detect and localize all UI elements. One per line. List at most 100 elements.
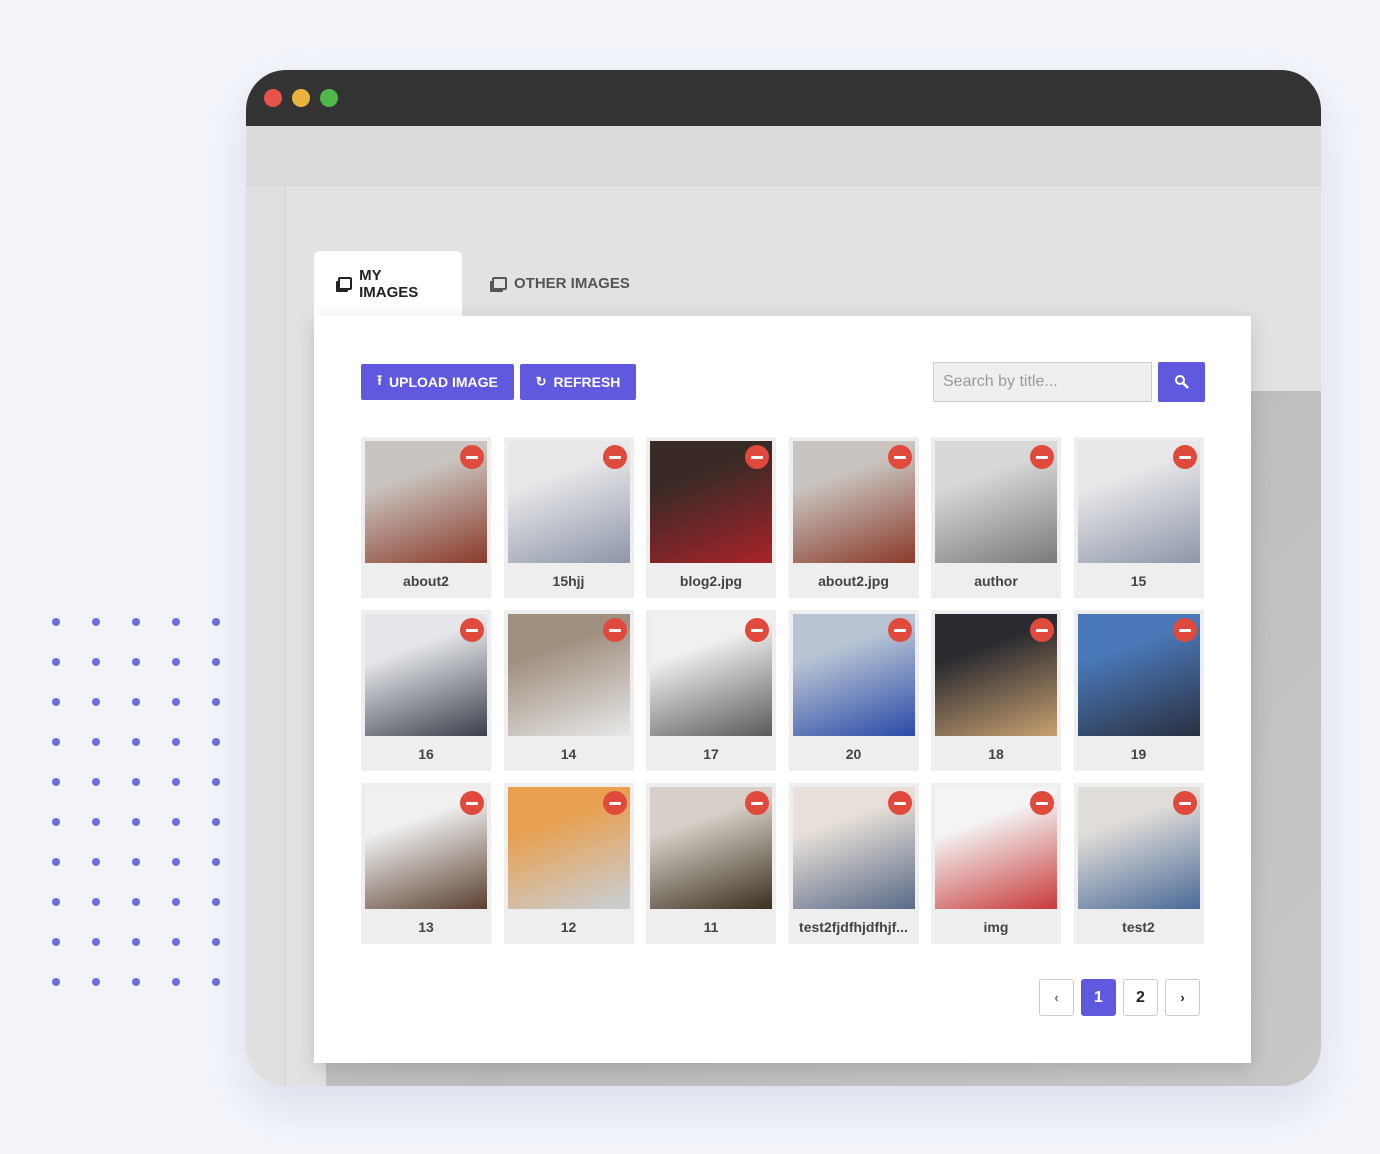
image-title: 13 <box>418 919 434 935</box>
page-2-button[interactable]: 2 <box>1123 979 1158 1016</box>
delete-image-button[interactable] <box>602 618 627 642</box>
delete-image-button[interactable] <box>460 791 484 815</box>
image-card[interactable]: blog2.jpg <box>646 437 776 598</box>
background-sidebar <box>246 186 286 1086</box>
image-card[interactable]: 11 <box>646 783 776 944</box>
image-title: 14 <box>560 746 577 762</box>
dot <box>212 778 220 786</box>
refresh-label: REFRESH <box>553 374 621 390</box>
image-card[interactable]: 15hjj <box>503 437 634 598</box>
next-page-button[interactable]: › <box>1165 979 1200 1016</box>
image-title: test2 <box>1122 919 1155 935</box>
delete-image-button[interactable] <box>602 791 627 815</box>
image-title: img <box>983 919 1009 935</box>
dot <box>172 658 180 666</box>
upload-icon: ⭱ <box>377 372 382 388</box>
page-1-button[interactable]: 1 <box>1081 979 1116 1016</box>
delete-image-button[interactable] <box>887 445 912 469</box>
delete-image-button[interactable] <box>602 445 627 469</box>
image-title: author <box>974 573 1018 589</box>
image-title: about2.jpg <box>818 573 889 589</box>
image-card[interactable]: 12 <box>503 783 634 944</box>
dot <box>132 938 140 946</box>
prev-page-button[interactable]: ‹ <box>1039 979 1074 1016</box>
delete-image-button[interactable] <box>460 618 484 642</box>
image-card[interactable]: 16 <box>361 610 491 771</box>
dot <box>132 978 140 986</box>
image-card[interactable]: author <box>931 437 1061 598</box>
image-card[interactable]: 20 <box>788 610 919 771</box>
dot <box>212 978 220 986</box>
dot <box>132 698 140 706</box>
refresh-icon: ↻ <box>535 374 547 389</box>
image-title: test2fjdfhjdfhjf... <box>799 919 908 935</box>
image-card[interactable]: 13 <box>361 783 491 944</box>
dot <box>132 738 140 746</box>
dot <box>172 618 180 626</box>
dot <box>212 658 220 666</box>
delete-image-button[interactable] <box>887 791 912 815</box>
delete-image-button[interactable] <box>1030 618 1054 642</box>
dot <box>52 658 60 666</box>
delete-image-button[interactable] <box>1172 791 1197 815</box>
search-button[interactable] <box>1158 362 1205 402</box>
dot <box>172 738 180 746</box>
image-title: 18 <box>988 746 1004 762</box>
delete-image-button[interactable] <box>1172 618 1197 642</box>
dot <box>172 698 180 706</box>
upload-label: UPLOAD IMAGE <box>389 374 498 390</box>
delete-image-button[interactable] <box>1030 445 1054 469</box>
minimize-button[interactable] <box>292 89 310 107</box>
dot <box>92 738 100 746</box>
maximize-button[interactable] <box>320 89 338 107</box>
dot <box>212 898 220 906</box>
delete-image-button[interactable] <box>1172 445 1197 469</box>
dot <box>52 818 60 826</box>
dot <box>52 778 60 786</box>
image-card[interactable]: test2fjdfhjdfhjf... <box>788 783 919 944</box>
dot <box>212 618 220 626</box>
delete-image-button[interactable] <box>1030 791 1054 815</box>
delete-image-button[interactable] <box>745 618 769 642</box>
image-card[interactable]: about2.jpg <box>788 437 919 598</box>
delete-image-button[interactable] <box>460 445 484 469</box>
dot <box>52 738 60 746</box>
image-title: 20 <box>845 746 862 762</box>
delete-image-button[interactable] <box>887 618 912 642</box>
image-card[interactable]: 15 <box>1073 437 1204 598</box>
dot <box>52 938 60 946</box>
image-card[interactable]: 17 <box>646 610 776 771</box>
tab-other-images[interactable]: OTHER IMAGES <box>468 251 654 316</box>
dot <box>212 818 220 826</box>
close-button[interactable] <box>264 89 282 107</box>
tab-label: OTHER IMAGES <box>514 275 630 292</box>
dot <box>172 898 180 906</box>
image-manager-panel: ⭱ UPLOAD IMAGE ↻ REFRESH Search by title… <box>314 316 1251 1063</box>
dot <box>92 698 100 706</box>
image-card[interactable]: 18 <box>931 610 1061 771</box>
dot <box>52 858 60 866</box>
image-card[interactable]: test2 <box>1073 783 1204 944</box>
delete-image-button[interactable] <box>745 445 769 469</box>
tab-my-images[interactable]: MY IMAGES <box>314 251 462 316</box>
dot <box>92 898 100 906</box>
delete-image-button[interactable] <box>745 791 769 815</box>
images-icon <box>338 277 353 290</box>
refresh-button[interactable]: ↻ REFRESH <box>520 364 636 400</box>
background-header <box>246 126 1321 186</box>
dot <box>52 978 60 986</box>
dot <box>52 898 60 906</box>
dot <box>132 618 140 626</box>
image-title: 12 <box>560 919 577 935</box>
image-card[interactable]: img <box>931 783 1061 944</box>
image-card[interactable]: about2 <box>361 437 491 598</box>
image-card[interactable]: 14 <box>503 610 634 771</box>
dot <box>132 818 140 826</box>
image-card[interactable]: 19 <box>1073 610 1204 771</box>
dot <box>52 698 60 706</box>
tab-label: MY IMAGES <box>359 266 419 301</box>
search-input[interactable]: Search by title... <box>933 362 1152 402</box>
upload-image-button[interactable]: ⭱ UPLOAD IMAGE <box>361 364 514 400</box>
image-title: 15 <box>1130 573 1147 589</box>
dot <box>172 978 180 986</box>
